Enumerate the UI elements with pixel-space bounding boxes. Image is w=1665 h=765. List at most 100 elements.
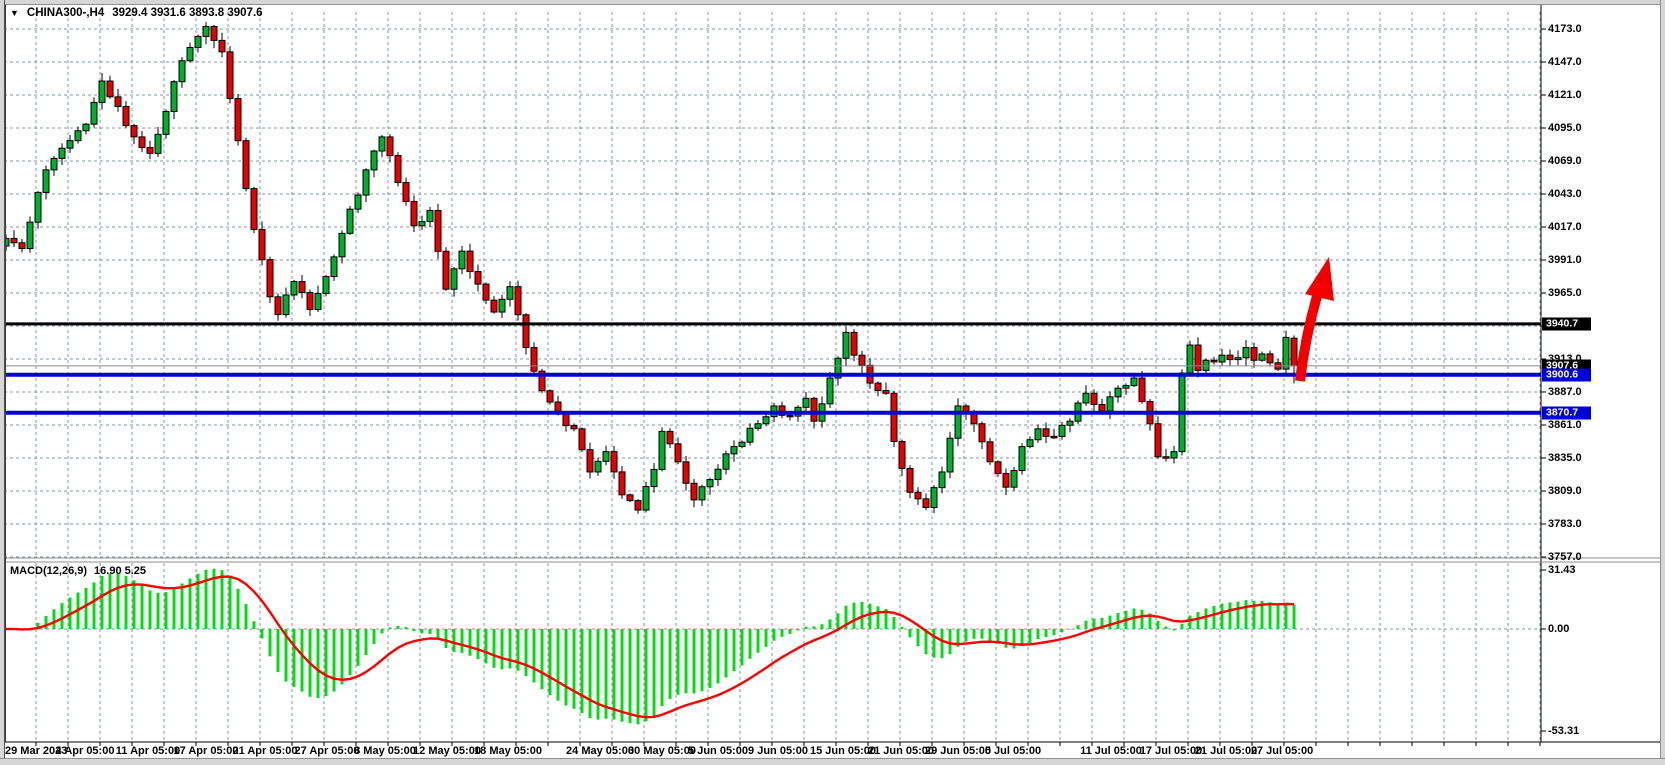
candle-body bbox=[1195, 345, 1201, 370]
x-axis-date-label: 17 Jul 05:00 bbox=[1140, 745, 1202, 757]
candle-body bbox=[1211, 360, 1217, 362]
y-axis-tick-label: 3887.0 bbox=[1548, 386, 1582, 398]
candle-body bbox=[171, 82, 177, 112]
x-axis-date-label: 27 Jul 05:00 bbox=[1251, 745, 1313, 757]
candle-body bbox=[827, 378, 833, 404]
trend-arrow-head[interactable] bbox=[1305, 257, 1334, 301]
candle-body bbox=[979, 424, 985, 442]
candle-body bbox=[1107, 397, 1113, 411]
window-frame-top bbox=[0, 0, 1665, 5]
x-axis-date-label: 8 May 05:00 bbox=[354, 745, 416, 757]
symbol-period-label: CHINA300-,H4 bbox=[27, 7, 104, 19]
macd-scale-min: -53.31 bbox=[1548, 725, 1579, 737]
candle-body bbox=[571, 426, 577, 429]
candle-body bbox=[1115, 388, 1121, 397]
candle-body bbox=[475, 272, 481, 285]
candle-body bbox=[715, 469, 721, 479]
candle-body bbox=[211, 26, 217, 40]
candle-body bbox=[1251, 348, 1257, 361]
candle-body bbox=[51, 158, 57, 169]
candle-body bbox=[11, 238, 17, 242]
y-axis-tick-label: 3861.0 bbox=[1548, 419, 1582, 431]
x-axis-date-label: 17 Apr 05:00 bbox=[173, 745, 238, 757]
candle-body bbox=[891, 393, 897, 441]
macd-values: 16.90 5.25 bbox=[94, 565, 146, 577]
candle-body bbox=[123, 106, 129, 125]
candle-body bbox=[1227, 355, 1233, 359]
candle-body bbox=[635, 501, 641, 510]
candle-body bbox=[883, 390, 889, 393]
candle-body bbox=[787, 415, 793, 417]
candle-body bbox=[875, 383, 881, 390]
candle-body bbox=[491, 300, 497, 312]
y-axis-tick-label: 3809.0 bbox=[1548, 485, 1582, 497]
level-price-badge: 3940.7 bbox=[1542, 317, 1591, 330]
candle-body bbox=[451, 269, 457, 289]
candle-body bbox=[371, 151, 377, 170]
macd-scale-zero: 0.00 bbox=[1548, 623, 1569, 635]
candle-body bbox=[387, 137, 393, 156]
candle-body bbox=[507, 287, 513, 300]
candle-body bbox=[179, 61, 185, 82]
x-axis-date-label: 11 Jul 05:00 bbox=[1080, 745, 1142, 757]
candle-body bbox=[1035, 429, 1041, 440]
candle-body bbox=[1139, 378, 1145, 402]
candle-body bbox=[99, 81, 105, 102]
candle-body bbox=[435, 211, 441, 252]
candle-body bbox=[331, 257, 337, 277]
candle-body bbox=[947, 438, 953, 472]
candle-body bbox=[283, 295, 289, 315]
candle-body bbox=[251, 189, 257, 230]
candle-body bbox=[627, 495, 633, 501]
candle-body bbox=[1083, 393, 1089, 403]
candle-body bbox=[523, 315, 529, 348]
candle-body bbox=[1067, 421, 1073, 425]
candle-body bbox=[899, 442, 905, 469]
candle-body bbox=[931, 488, 937, 508]
candle-body bbox=[1187, 345, 1193, 373]
candle-body bbox=[1291, 338, 1297, 366]
candle-body bbox=[459, 251, 465, 269]
x-axis-date-label: 29 Jun 05:00 bbox=[925, 745, 991, 757]
candle-body bbox=[643, 487, 649, 510]
candle-body bbox=[347, 209, 353, 233]
candle-body bbox=[1099, 404, 1105, 411]
candle-body bbox=[339, 233, 345, 257]
candle-body bbox=[723, 454, 729, 469]
candle-body bbox=[763, 417, 769, 424]
candle-body bbox=[163, 112, 169, 135]
candle-body bbox=[515, 287, 521, 315]
candle-body bbox=[1003, 473, 1009, 487]
x-axis-date-label: 18 May 05:00 bbox=[474, 745, 542, 757]
candle-body bbox=[363, 170, 369, 195]
window-frame-right bbox=[1660, 0, 1665, 765]
macd-indicator-label: MACD(12,26,9) 16.90 5.25 bbox=[10, 565, 146, 577]
x-axis-date-label: 5 Jun 05:00 bbox=[688, 745, 748, 757]
x-axis-date-label: 27 Apr 05:00 bbox=[294, 745, 359, 757]
price-chart-canvas[interactable] bbox=[0, 0, 1665, 765]
candle-body bbox=[923, 499, 929, 508]
y-axis-tick-label: 4095.0 bbox=[1548, 122, 1582, 134]
y-axis-tick-label: 4173.0 bbox=[1548, 23, 1582, 35]
symbol-dropdown-icon[interactable]: ▼ bbox=[10, 9, 19, 18]
candle-body bbox=[851, 332, 857, 355]
y-axis-tick-label: 4069.0 bbox=[1548, 155, 1582, 167]
candle-body bbox=[275, 297, 281, 315]
candle-body bbox=[243, 141, 249, 189]
candle-body bbox=[131, 126, 137, 137]
candle-body bbox=[811, 398, 817, 421]
trend-arrow-shaft[interactable] bbox=[1300, 296, 1317, 381]
x-axis-date-label: 15 Jun 05:00 bbox=[810, 745, 876, 757]
candle-body bbox=[19, 243, 25, 249]
y-axis-tick-label: 4121.0 bbox=[1548, 89, 1582, 101]
candle-body bbox=[1283, 337, 1289, 369]
candle-body bbox=[35, 192, 41, 222]
candle-body bbox=[1203, 360, 1209, 370]
y-axis-tick-label: 3965.0 bbox=[1548, 287, 1582, 299]
y-axis-tick-label: 4017.0 bbox=[1548, 221, 1582, 233]
candle-body bbox=[427, 211, 433, 222]
candle-body bbox=[291, 282, 297, 295]
candle-body bbox=[691, 483, 697, 500]
x-axis-date-label: 9 Jun 05:00 bbox=[748, 745, 808, 757]
candle-body bbox=[1235, 358, 1241, 360]
